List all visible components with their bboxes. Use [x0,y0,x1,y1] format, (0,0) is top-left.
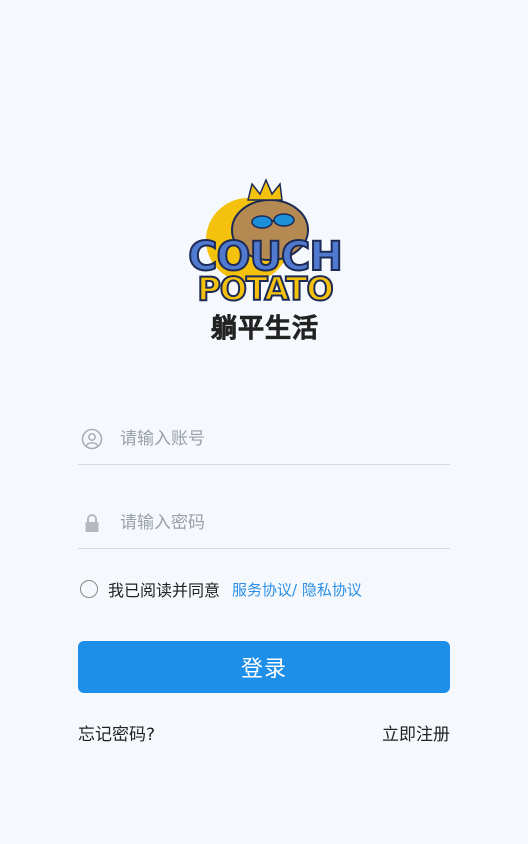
logo-text-chinese: 躺平生活 [210,314,319,345]
account-input[interactable] [118,428,422,450]
agreement-checkbox[interactable] [80,580,98,598]
password-field [78,498,450,549]
agreement-text: 我已阅读并同意 [108,581,221,600]
login-button[interactable]: 登录 [78,641,450,693]
logo-text-potato: POTATO [196,269,334,309]
register-link[interactable]: 立即注册 [382,720,450,745]
privacy-agreement-link[interactable]: 隐私协议 [302,581,362,599]
agreement-links: 服务协议/ 隐私协议 [232,579,362,600]
forgot-password-link[interactable]: 忘记密码? [78,720,155,745]
lock-icon [80,511,104,535]
app-logo: COUCH POTATO 躺平生活 [170,178,360,344]
account-field [78,414,450,465]
password-input[interactable] [118,512,422,534]
agreement-row: 我已阅读并同意 服务协议/ 隐私协议 [80,576,362,602]
service-agreement-link[interactable]: 服务协议/ [232,581,297,599]
user-circle-icon [80,427,104,451]
